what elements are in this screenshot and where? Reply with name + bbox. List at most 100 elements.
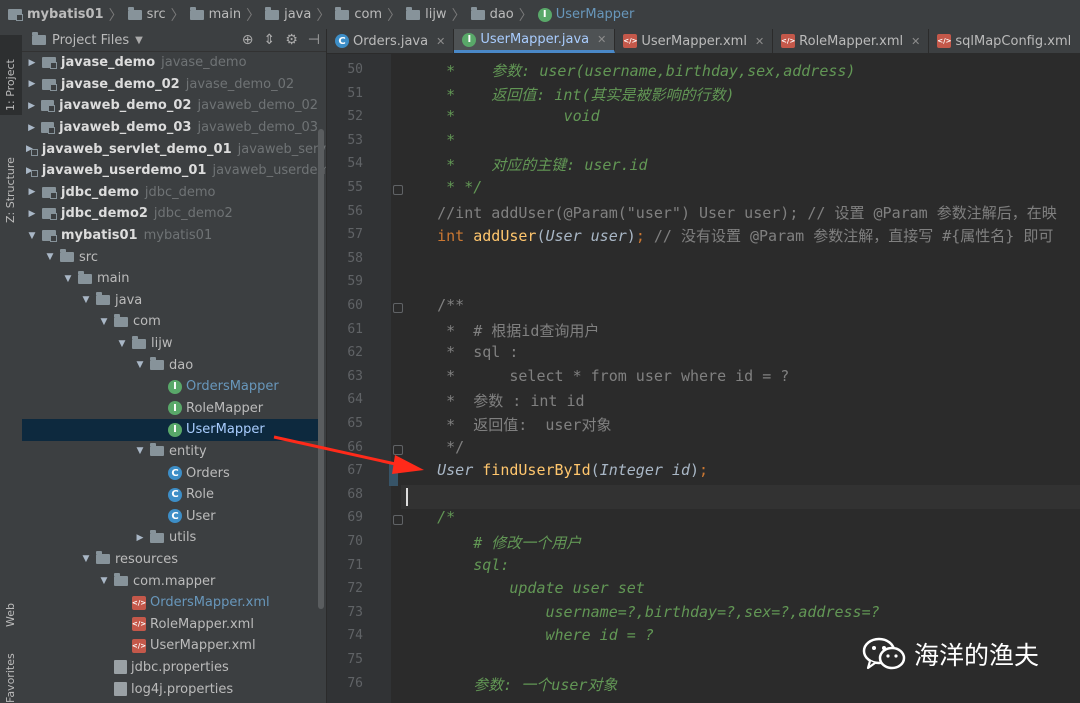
tree-item[interactable]: log4j.properties [22,678,318,700]
tab-structure[interactable]: Z: Structure [0,119,22,229]
tree-item[interactable]: ▼ main [22,268,318,290]
folder-icon [96,551,110,565]
chevron-down-icon[interactable]: ▼ [135,35,143,46]
fold-marker-icon[interactable] [393,303,403,313]
fold-marker-icon[interactable] [393,185,403,195]
tree-item[interactable]: ▶ javaweb_demo_02 javaweb_demo_02 [22,95,318,117]
line-number: 70 [347,534,363,549]
editor-tab[interactable]: I UserMapper.java ✕ [454,29,616,53]
collapsed-arrow-icon[interactable]: ▶ [26,58,38,68]
code-line: * 对应的主键: user.id [401,154,647,175]
tree-item[interactable]: ▼ mybatis01 mybatis01 [22,225,318,247]
tree-item[interactable]: I UserMapper [22,419,318,441]
collapsed-arrow-icon[interactable]: ▶ [26,123,37,133]
tree-item[interactable]: ▶ utils [22,527,318,549]
tree-item-label: com.mapper [133,573,216,589]
code-token: where id = ? [401,626,654,645]
expanded-arrow-icon[interactable]: ▼ [116,339,128,349]
tree-item[interactable]: ▶ jdbc_demo2 jdbc_demo2 [22,203,318,225]
editor-tab[interactable]: </>sqlMapConfig.xml✕ [929,29,1080,53]
expanded-arrow-icon[interactable]: ▼ [98,317,110,327]
tree-item-label: Role [186,487,215,503]
tree-item[interactable]: </> UserMapper.xml [22,635,318,657]
tree-item[interactable]: ▶ javaweb_demo_03 javaweb_demo_03 [22,117,318,139]
tab-project[interactable]: 1: Project [0,35,22,115]
tree-item[interactable]: ▼ com [22,311,318,333]
tree-item[interactable]: C Orders [22,462,318,484]
collapsed-arrow-icon[interactable]: ▶ [26,79,38,89]
breadcrumb-item[interactable]: I UserMapper [535,7,638,22]
collapsed-arrow-icon[interactable]: ▶ [26,101,37,111]
expanded-arrow-icon[interactable]: ▼ [62,274,74,284]
close-icon[interactable]: ✕ [436,35,445,48]
tree-item[interactable]: ▼ com.mapper [22,570,318,592]
tab-web[interactable]: Web [0,595,22,645]
tree-item[interactable]: ▶ javase_demo_02 javase_demo_02 [22,74,318,96]
tree-item[interactable]: ▼ dao [22,354,318,376]
tree-item[interactable]: ▶javaweb_servlet_demo_01javaweb_servlet [22,138,326,160]
tree-item[interactable]: ▼ resources [22,549,318,571]
folder-icon [265,6,280,20]
tree-item[interactable]: ▼ java [22,290,318,312]
tree-item[interactable]: </> RoleMapper.xml [22,613,318,635]
expanded-arrow-icon[interactable]: ▼ [26,231,38,241]
breadcrumb-label: lijw [425,7,447,22]
code-token: findUserById [482,461,591,480]
code-editor[interactable]: * 参数: user(username,birthday,sex,address… [401,54,1080,703]
folder-icon [96,292,110,306]
tab-project-label: 1: Project [4,59,17,111]
tree-scrollbar[interactable] [318,129,324,609]
close-icon[interactable]: ✕ [597,33,606,46]
breadcrumb-item[interactable]: src [125,6,169,22]
tree-item[interactable]: ▶ javaweb_userdemo_01 javaweb_userdemo [22,160,326,182]
hide-icon[interactable]: ⊣ [308,32,320,48]
collapsed-arrow-icon[interactable]: ▶ [26,209,38,219]
breadcrumb-item[interactable]: lijw [403,6,449,22]
tree-item-label: OrdersMapper.xml [150,595,270,611]
code-token: 参数: 一个user对象 [401,675,618,694]
watermark: 海洋的渔夫 [862,636,1039,672]
tree-item[interactable]: ▼ lijw [22,333,318,355]
tree-item-label: dao [169,357,194,373]
locate-icon[interactable]: ⊕ [242,32,254,48]
tree-item[interactable]: I OrdersMapper [22,376,318,398]
tree-item[interactable]: ▼ src [22,246,318,268]
interface-icon: I [537,7,552,22]
fold-marker-icon[interactable] [393,444,403,455]
tree-item[interactable]: I RoleMapper [22,398,318,420]
collapsed-arrow-icon[interactable]: ▶ [134,533,146,543]
line-number: 74 [347,628,363,644]
folder-icon [114,313,128,327]
expanded-arrow-icon[interactable]: ▼ [134,360,146,370]
collapse-all-icon[interactable]: ⇕ [264,32,276,48]
tree-item-hint: javaweb_demo_02 [197,98,318,114]
tree-item[interactable]: jdbc.properties [22,657,318,679]
expanded-arrow-icon[interactable]: ▼ [44,252,56,262]
project-view-selector[interactable]: Project Files [52,33,129,48]
close-icon[interactable]: ✕ [755,35,764,48]
close-icon[interactable]: ✕ [911,35,920,48]
breadcrumb-item[interactable]: dao [468,6,517,22]
fold-marker-icon[interactable] [393,515,403,526]
tree-item[interactable]: ▼ entity [22,441,318,463]
tree-item[interactable]: ▶ javase_demo javase_demo [22,52,318,74]
expanded-arrow-icon[interactable]: ▼ [80,554,92,564]
breadcrumb-item[interactable]: java [262,6,314,22]
breadcrumb-item[interactable]: com [332,6,385,22]
editor-tab[interactable]: C Orders.java ✕ [327,29,455,53]
tree-item[interactable]: ▶ jdbc_demo jdbc_demo [22,182,318,204]
collapsed-arrow-icon[interactable]: ▶ [26,187,38,197]
expanded-arrow-icon[interactable]: ▼ [98,576,110,586]
expanded-arrow-icon[interactable]: ▼ [80,295,92,305]
tree-item[interactable]: C Role [22,484,318,506]
breadcrumb-item[interactable]: main [187,6,244,22]
expanded-arrow-icon[interactable]: ▼ [134,446,146,456]
tree-item[interactable]: C User [22,505,318,527]
tree-item[interactable]: </> OrdersMapper.xml [22,592,318,614]
breadcrumb-item[interactable]: mybatis01 [0,7,107,22]
tab-favorites[interactable]: Favorites [0,651,22,703]
tree-item-label: javaweb_servlet_demo_01 [41,141,232,157]
editor-tab[interactable]: </> RoleMapper.xml ✕ [773,29,930,53]
editor-tab[interactable]: </> UserMapper.xml ✕ [615,29,774,53]
gear-icon[interactable]: ⚙ [285,32,298,48]
